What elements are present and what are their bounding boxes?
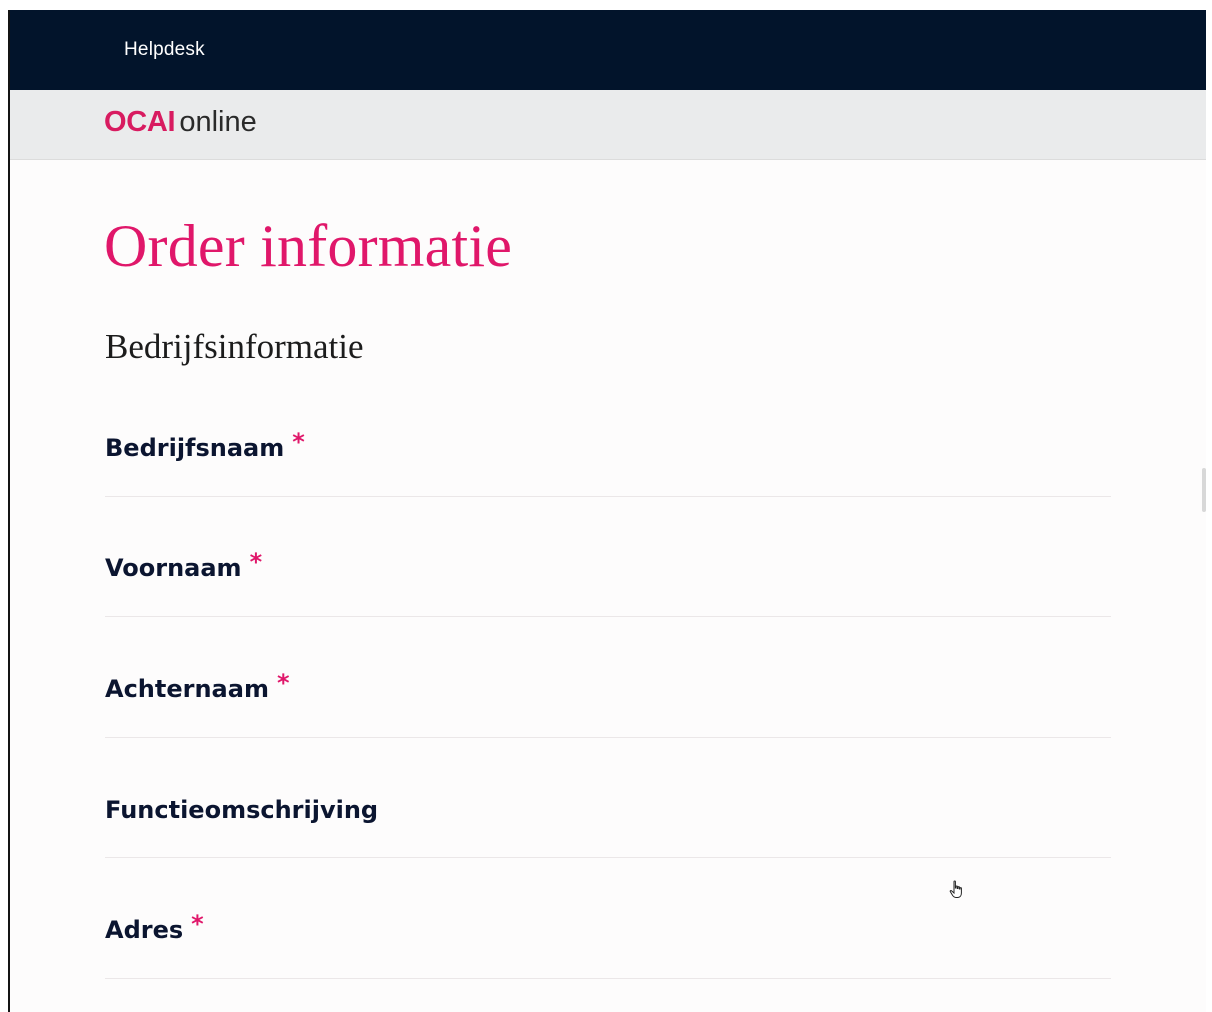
field-label: Functieomschrijving — [105, 796, 378, 824]
ocai-online-logo[interactable]: OCAI online — [104, 106, 257, 139]
logo-ocai-text: OCAI — [104, 106, 176, 138]
field-functieomschrijving[interactable]: Functieomschrijving — [105, 796, 1111, 858]
page-title: Order informatie — [104, 213, 513, 279]
field-label: Bedrijfsnaam * — [105, 428, 305, 462]
required-asterisk: * — [249, 548, 263, 576]
field-label-text: Achternaam — [105, 675, 269, 703]
hand-pointer-icon — [949, 880, 962, 898]
field-label-text: Bedrijfsnaam — [105, 434, 285, 462]
field-label: Voornaam * — [105, 548, 262, 582]
top-navigation-bar: Helpdesk — [10, 10, 1206, 90]
field-adres[interactable]: Adres * — [105, 910, 1111, 979]
required-asterisk: * — [276, 669, 290, 697]
field-label-text: Functieomschrijving — [105, 796, 379, 824]
logo-online-text: online — [179, 106, 257, 138]
field-label: Adres * — [105, 910, 204, 944]
field-label-text: Voornaam — [105, 554, 242, 582]
field-label: Achternaam * — [105, 669, 290, 703]
field-voornaam[interactable]: Voornaam * — [105, 548, 1111, 617]
helpdesk-link[interactable]: Helpdesk — [124, 39, 205, 61]
field-achternaam[interactable]: Achternaam * — [105, 669, 1111, 738]
field-bedrijfsnaam[interactable]: Bedrijfsnaam * — [105, 428, 1111, 497]
browser-viewport: Helpdesk OCAI online Order informatie Be… — [8, 10, 1206, 1012]
scrollbar-thumb[interactable] — [1202, 468, 1206, 512]
section-title: Bedrijfsinformatie — [105, 327, 364, 366]
required-asterisk: * — [191, 910, 204, 938]
field-label-text: Adres — [105, 916, 184, 944]
required-asterisk: * — [292, 428, 305, 456]
brand-bar: OCAI online — [10, 90, 1206, 160]
